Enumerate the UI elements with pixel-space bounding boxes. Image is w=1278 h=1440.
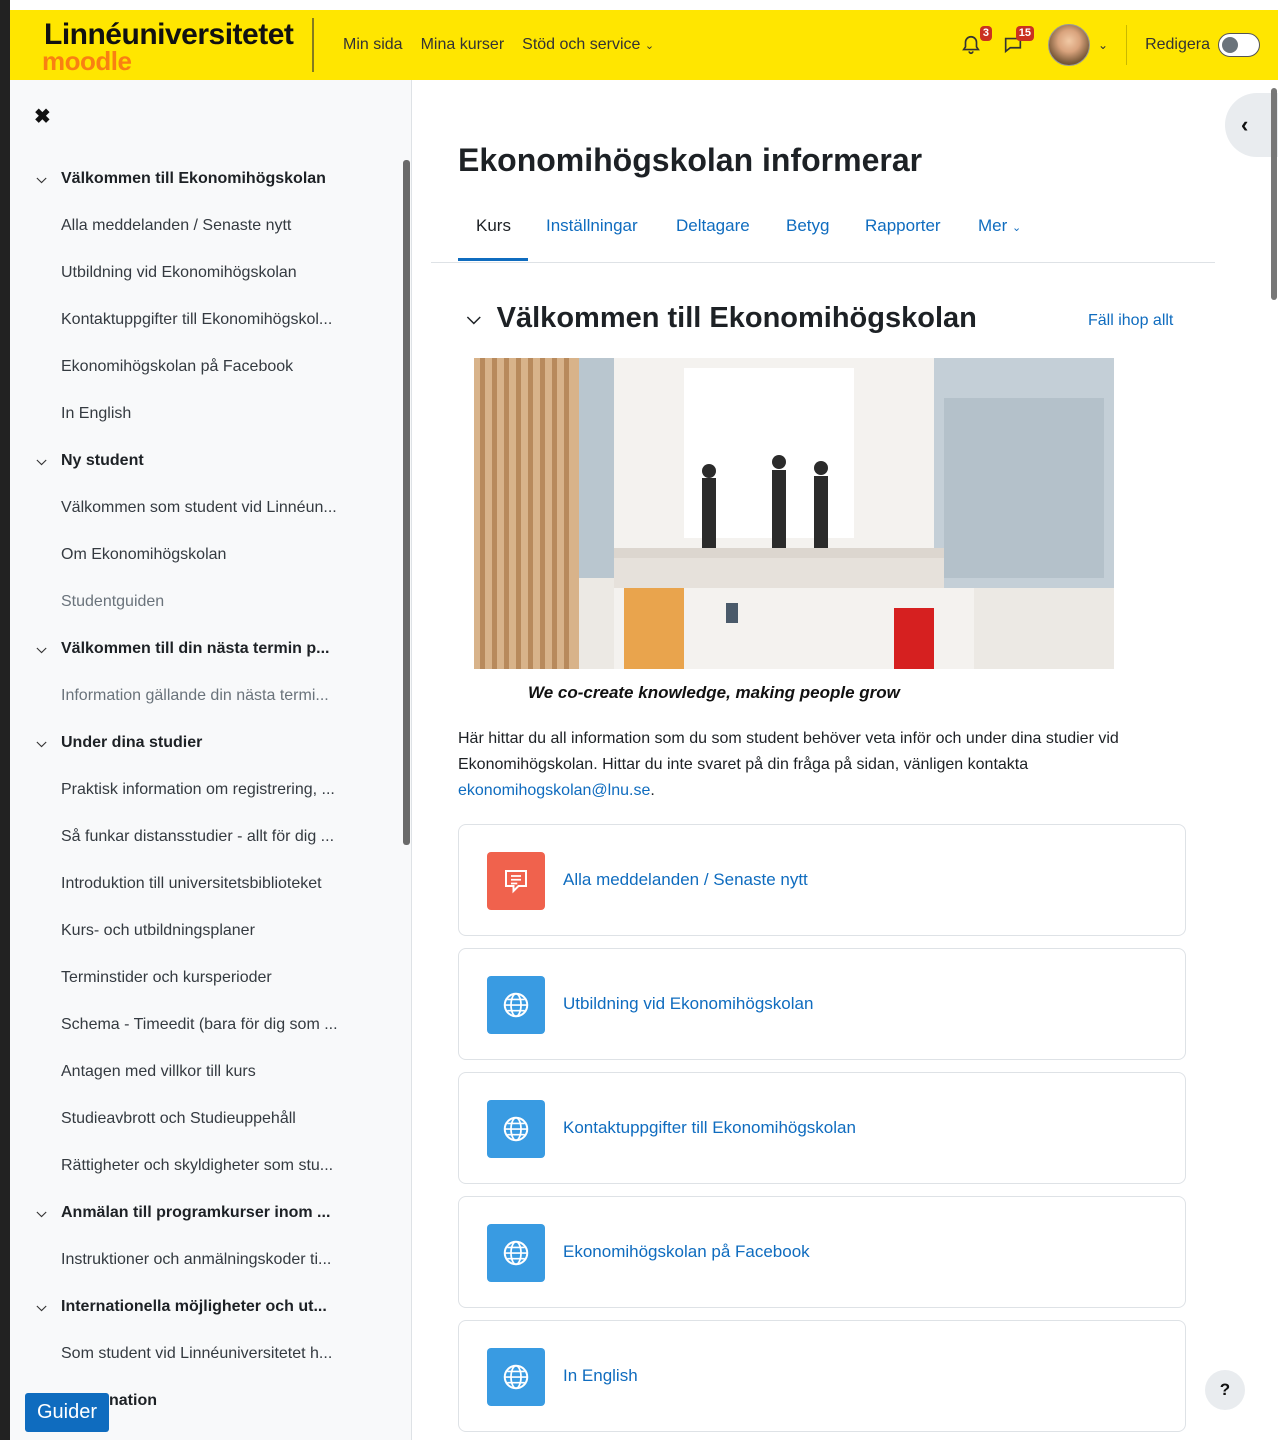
- logo-divider: [312, 18, 314, 72]
- navbar-user-area: 3 15 ⌄ Redigera: [954, 10, 1260, 80]
- course-index-list: ⌵ Välkommen till Ekonomihögskolan Alla med…: [10, 155, 405, 1424]
- activity-link[interactable]: Alla meddelanden / Senaste nytt: [563, 870, 808, 890]
- page-scrollbar[interactable]: [1271, 88, 1277, 300]
- drawer-scrollbar[interactable]: [403, 160, 410, 845]
- intro-text: Här hittar du all information som du som…: [458, 730, 1119, 799]
- course-index-drawer: ✖ ⌵ Välkommen till Ekonomihögskolan Alla m…: [10, 80, 412, 1440]
- chevron-down-icon[interactable]: ⌵: [10, 641, 61, 657]
- chevron-down-icon[interactable]: ⌵: [10, 1299, 61, 1315]
- chevron-down-icon: ⌄: [1012, 222, 1022, 234]
- course-index-section[interactable]: ⌵ Ny student: [10, 437, 405, 484]
- course-index-item[interactable]: Information gällande din nästa termi...: [10, 672, 405, 719]
- campus-hallway-illustration: [474, 358, 1114, 669]
- course-index-item[interactable]: Kontaktuppgifter till Ekonomihögskol...: [10, 296, 405, 343]
- course-index-section[interactable]: ⌵ Anmälan till programkurser inom ...: [10, 1189, 405, 1236]
- chevron-down-icon: ⌵: [467, 308, 481, 328]
- chevron-down-icon: ⌄: [644, 40, 655, 52]
- activity-link[interactable]: Utbildning vid Ekonomihögskolan: [563, 994, 813, 1014]
- tab-deltagare[interactable]: Deltagare: [676, 216, 750, 236]
- chevron-down-icon[interactable]: ⌵: [10, 453, 61, 469]
- chevron-down-icon[interactable]: ⌵: [10, 1205, 61, 1221]
- navbar-divider: [1126, 25, 1128, 65]
- guide-button[interactable]: Guider: [25, 1393, 110, 1432]
- hero-image: [474, 358, 1114, 669]
- image-caption: We co-create knowledge, making people gr…: [528, 683, 900, 702]
- tab-installningar[interactable]: Inställningar: [546, 216, 638, 236]
- course-index-item[interactable]: Så funkar distansstudier - allt för dig …: [10, 813, 405, 860]
- course-index-item[interactable]: Ekonomihögskolan på Facebook: [10, 343, 405, 390]
- course-index-item[interactable]: Som student vid Linnéuniversitetet h...: [10, 1330, 405, 1377]
- activity-card: Ekonomihögskolan på Facebook: [458, 1196, 1186, 1308]
- activity-link[interactable]: Ekonomihögskolan på Facebook: [563, 1242, 810, 1262]
- nav-stod-och-service[interactable]: Stöd och service ⌄: [522, 36, 654, 54]
- activity-link[interactable]: Kontaktuppgifter till Ekonomihögskolan: [563, 1118, 856, 1138]
- globe-icon[interactable]: [487, 1224, 545, 1282]
- nav-mina-kurser[interactable]: Mina kurser: [421, 36, 505, 54]
- messages-button[interactable]: 15: [996, 26, 1034, 62]
- notifications-count-badge: 3: [979, 26, 992, 41]
- chevron-down-icon[interactable]: ⌄: [1098, 38, 1108, 52]
- activity-card: Kontaktuppgifter till Ekonomihögskolan: [458, 1072, 1186, 1184]
- window-frame-left: [0, 0, 10, 1440]
- course-index-item[interactable]: Kurs- och utbildningsplaner: [10, 907, 405, 954]
- course-index-item[interactable]: Schema - Timeedit (bara för dig som ...: [10, 1001, 405, 1048]
- globe-icon[interactable]: [487, 976, 545, 1034]
- activity-card: In English: [458, 1320, 1186, 1432]
- course-index-item[interactable]: Antagen med villkor till kurs: [10, 1048, 405, 1095]
- chevron-down-icon[interactable]: ⌵: [10, 735, 61, 751]
- activity-link[interactable]: In English: [563, 1366, 638, 1386]
- globe-icon[interactable]: [487, 1100, 545, 1158]
- forum-icon[interactable]: [487, 852, 545, 910]
- tab-kurs[interactable]: Kurs: [476, 216, 511, 236]
- section-header[interactable]: ⌵ Välkommen till Ekonomihögskolan: [467, 302, 977, 335]
- course-index-item[interactable]: Praktisk information om registrering, ..…: [10, 766, 405, 813]
- main-content: ‹ Ekonomihögskolan informerar Kurs Instä…: [413, 80, 1278, 1440]
- course-index-section[interactable]: ⌵ Välkommen till din nästa termin p...: [10, 625, 405, 672]
- course-index-item[interactable]: Välkommen som student vid Linnéun...: [10, 484, 405, 531]
- edit-mode-toggle[interactable]: [1218, 33, 1260, 57]
- course-index-item[interactable]: Alla meddelanden / Senaste nytt: [10, 202, 405, 249]
- user-avatar[interactable]: [1048, 24, 1090, 66]
- course-index-section[interactable]: ⌵ Välkommen till Ekonomihögskolan: [10, 155, 405, 202]
- bell-icon: [962, 35, 980, 55]
- course-index-item[interactable]: Terminstider och kursperioder: [10, 954, 405, 1001]
- active-tab-indicator: [458, 258, 528, 261]
- course-index-item[interactable]: Studentguiden: [10, 578, 405, 625]
- course-tabs: Kurs Inställningar Deltagare Betyg Rappo…: [431, 200, 1215, 263]
- globe-icon[interactable]: [487, 1348, 545, 1406]
- tab-betyg[interactable]: Betyg: [786, 216, 829, 236]
- chevron-down-icon[interactable]: ⌵: [10, 171, 61, 187]
- activity-card: Utbildning vid Ekonomihögskolan: [458, 948, 1186, 1060]
- course-index-item[interactable]: In English: [10, 390, 405, 437]
- nav-min-sida[interactable]: Min sida: [343, 36, 403, 54]
- course-index-item[interactable]: Studieavbrott och Studieuppehåll: [10, 1095, 405, 1142]
- course-index-item[interactable]: Introduktion till universitetsbiblioteke…: [10, 860, 405, 907]
- top-navbar: Linnéuniversitetet moodle Min sida Mina …: [10, 10, 1278, 80]
- primary-navigation: Min sida Mina kurser Stöd och service ⌄: [343, 10, 654, 80]
- notifications-button[interactable]: 3: [954, 26, 992, 62]
- edit-mode-label: Redigera: [1145, 36, 1210, 53]
- course-index-section[interactable]: ⌵ Under dina studier: [10, 719, 405, 766]
- course-index-section[interactable]: ⌵ Internationella möjligheter och ut...: [10, 1283, 405, 1330]
- tab-mer[interactable]: Mer ⌄: [978, 216, 1021, 236]
- course-index-item[interactable]: Om Ekonomihögskolan: [10, 531, 405, 578]
- close-drawer-icon[interactable]: ✖: [34, 104, 51, 129]
- course-index-item[interactable]: Rättigheter och skyldigheter som stu...: [10, 1142, 405, 1189]
- help-button[interactable]: ?: [1205, 1370, 1245, 1410]
- course-index-item[interactable]: Utbildning vid Ekonomihögskolan: [10, 249, 405, 296]
- page-title: Ekonomihögskolan informerar: [458, 142, 923, 178]
- activity-card: Alla meddelanden / Senaste nytt: [458, 824, 1186, 936]
- email-link[interactable]: ekonomihogskolan@lnu.se: [458, 782, 650, 799]
- site-logo[interactable]: Linnéuniversitetet moodle: [42, 16, 302, 77]
- collapse-all-link[interactable]: Fäll ihop allt: [1088, 312, 1173, 330]
- messages-count-badge: 15: [1015, 26, 1034, 41]
- tab-rapporter[interactable]: Rapporter: [865, 216, 941, 236]
- course-index-item[interactable]: Instruktioner och anmälningskoder ti...: [10, 1236, 405, 1283]
